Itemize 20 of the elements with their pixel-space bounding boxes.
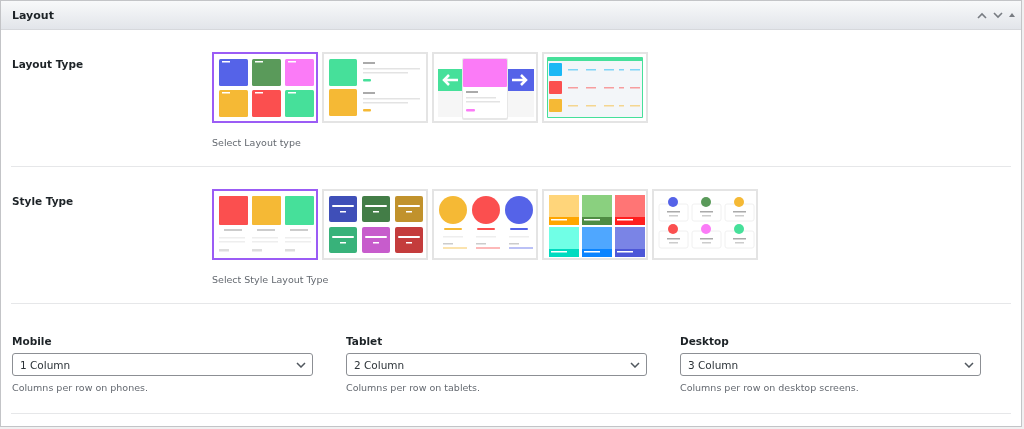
- field-label: Tablet: [346, 335, 384, 347]
- help-text: Columns per row on tablets.: [346, 382, 482, 393]
- chevron-down-icon: [964, 361, 974, 368]
- help-text: Columns per row on desktop screens.: [680, 382, 860, 393]
- column-select[interactable]: 3 Column: [680, 353, 981, 376]
- chevron-down-icon[interactable]: [993, 11, 1003, 19]
- panel-title: Layout: [12, 8, 54, 22]
- column-select[interactable]: 2 Column: [346, 353, 647, 376]
- help-text: Columns per row on phones.: [12, 382, 149, 393]
- field-label: Layout Type: [12, 57, 85, 72]
- field-label: Mobile: [12, 335, 53, 347]
- column-select[interactable]: 1 Column: [12, 353, 313, 376]
- chevron-down-icon: [296, 361, 306, 368]
- chevron-down-icon: [630, 361, 640, 368]
- field-label: Style Type: [12, 194, 75, 209]
- help-text: Select Layout type: [212, 137, 302, 148]
- chevron-up-icon[interactable]: [977, 11, 987, 19]
- field-label: Desktop: [680, 335, 730, 347]
- help-text: Select Style Layout Type: [212, 274, 330, 285]
- triangle-up-icon[interactable]: [1009, 13, 1015, 17]
